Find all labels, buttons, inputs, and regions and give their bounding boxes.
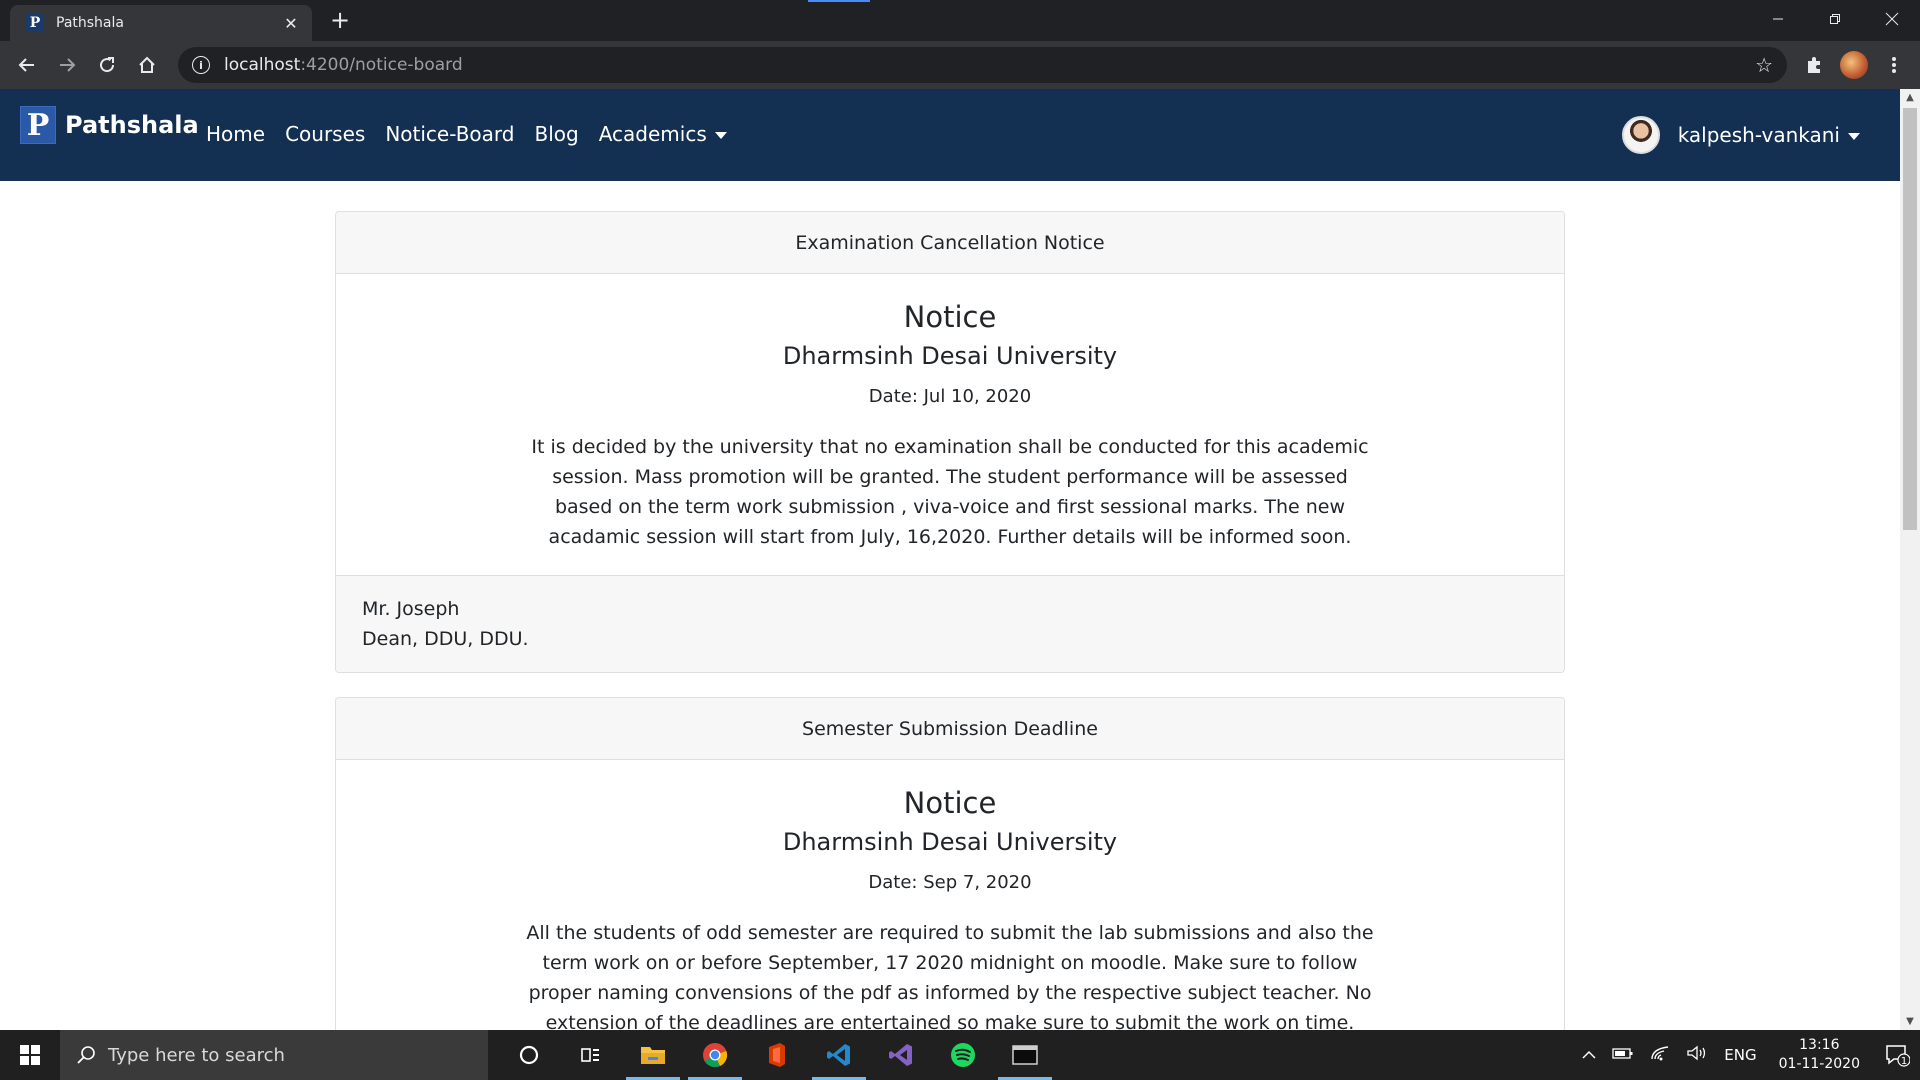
minimize-icon[interactable] [1749,0,1806,38]
battery-icon[interactable] [1612,1046,1634,1064]
restore-icon[interactable] [1806,0,1863,38]
clock[interactable]: 13:16 01-11-2020 [1779,1036,1860,1074]
search-icon [77,1046,95,1064]
loading-indicator [808,0,870,2]
wifi-icon[interactable] [1650,1045,1670,1065]
nav-blog[interactable]: Blog [535,122,579,146]
volume-icon[interactable] [1686,1045,1708,1065]
clock-time: 13:16 [1799,1037,1840,1053]
home-icon[interactable] [127,45,167,85]
nav-courses[interactable]: Courses [285,122,365,146]
notice-body: Notice Dharmsinh Desai University Date: … [336,274,1564,575]
browser-toolbar: i localhost:4200/notice-board ☆ [0,41,1920,89]
notification-count: 1 [1901,1056,1907,1067]
menu-kebab-icon[interactable] [1874,45,1914,85]
signer-name: Mr. Joseph [362,598,460,620]
nav-notice-board[interactable]: Notice-Board [385,122,514,146]
notice-text: It is decided by the university that no … [531,436,1369,548]
notice-title: Notice [903,300,997,334]
file-explorer-icon[interactable] [622,1030,684,1080]
notice-text: All the students of odd semester are req… [526,922,1374,1030]
search-placeholder: Type here to search [108,1044,285,1066]
spotify-icon[interactable] [932,1030,994,1080]
visual-studio-icon[interactable] [870,1030,932,1080]
brand[interactable]: P Pathshala [20,106,199,144]
extensions-icon[interactable] [1794,45,1834,85]
profile-picture [1840,51,1868,79]
page-viewport: P Pathshala Home Courses Notice-Board Bl… [0,89,1900,1030]
notice-body: Notice Dharmsinh Desai University Date: … [336,760,1564,1030]
pathshala-favicon-icon: P [26,14,44,32]
notice-title: Notice [903,786,997,820]
terminal-icon[interactable] [994,1030,1056,1080]
notice-date: Date: Jul 10, 2020 [868,386,1032,407]
site-navbar: P Pathshala Home Courses Notice-Board Bl… [0,89,1900,181]
notice-organization: Dharmsinh Desai University [782,342,1118,370]
scroll-up-icon[interactable]: ▲ [1900,89,1920,106]
nav-academics-dropdown[interactable]: Academics [599,122,727,146]
scrollbar-thumb[interactable] [1903,108,1917,530]
taskbar-apps [498,1030,1056,1080]
profile-avatar[interactable] [1834,45,1874,85]
notice-organization: Dharmsinh Desai University [782,828,1118,856]
clock-date: 01-11-2020 [1778,1056,1860,1072]
notice-header: Semester Submission Deadline [336,698,1564,760]
user-name: kalpesh-vankani [1678,123,1860,147]
cortana-icon[interactable] [498,1030,560,1080]
window-controls [1749,0,1920,41]
notice-card: Examination Cancellation Notice Notice D… [335,211,1565,673]
close-tab-icon[interactable]: ✕ [282,14,300,33]
user-avatar [1621,116,1660,154]
signer-title: Dean, DDU, DDU. [362,628,529,650]
new-tab-icon[interactable]: + [326,7,354,35]
address-bar[interactable]: i localhost:4200/notice-board ☆ [178,47,1787,83]
taskbar-search[interactable]: Type here to search [60,1030,488,1080]
chrome-icon[interactable] [684,1030,746,1080]
action-center-icon[interactable]: 1 [1874,1030,1920,1080]
windows-logo-icon [20,1045,40,1065]
site-info-icon[interactable]: i [192,56,210,74]
notice-card: Semester Submission Deadline Notice Dhar… [335,697,1565,1030]
user-menu[interactable]: kalpesh-vankani [1621,116,1860,154]
page-scrollbar[interactable]: ▲ ▼ [1900,89,1920,1030]
scroll-down-icon[interactable]: ▼ [1900,1013,1920,1030]
nav-links: Home Courses Notice-Board Blog Academics [206,122,747,146]
windows-taskbar: Type here to search ENG 13:16 01-11-2020… [0,1030,1920,1080]
forward-icon[interactable] [47,45,87,85]
url-text[interactable]: localhost:4200/notice-board [224,55,1755,75]
browser-tab[interactable]: P Pathshala ✕ [10,5,312,41]
back-icon[interactable] [7,45,47,85]
task-view-icon[interactable] [560,1030,622,1080]
language-indicator[interactable]: ENG [1724,1046,1756,1064]
toolbar-right [1794,41,1920,89]
notice-date: Date: Sep 7, 2020 [868,872,1032,893]
chevron-down-icon [714,132,727,139]
nav-home[interactable]: Home [206,122,265,146]
notice-header: Examination Cancellation Notice [336,212,1564,274]
browser-tab-strip: P Pathshala ✕ + [0,0,1920,41]
notice-footer: Mr. Joseph Dean, DDU, DDU. [336,575,1564,672]
brand-name: Pathshala [65,111,199,139]
office-icon[interactable] [746,1030,808,1080]
chevron-down-icon [1848,133,1860,140]
tab-title: Pathshala [56,15,124,31]
chevron-up-icon[interactable] [1582,1046,1596,1064]
vscode-icon[interactable] [808,1030,870,1080]
start-button[interactable] [0,1030,60,1080]
reload-icon[interactable] [87,45,127,85]
system-tray: ENG 13:16 01-11-2020 1 [1574,1030,1920,1080]
close-window-icon[interactable] [1863,0,1920,38]
bookmark-star-icon[interactable]: ☆ [1755,53,1773,77]
pathshala-logo-icon: P [20,106,56,144]
